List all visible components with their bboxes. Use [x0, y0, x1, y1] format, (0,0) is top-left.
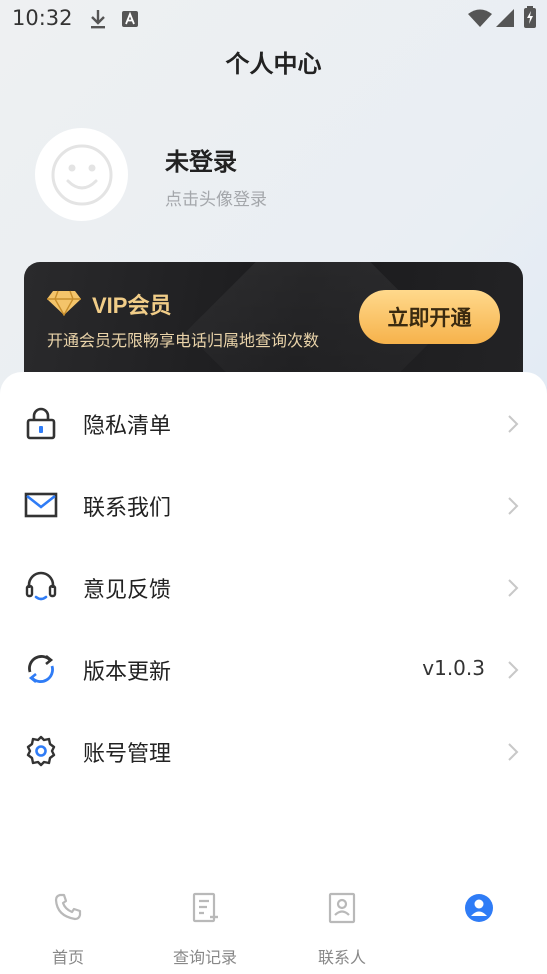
smiley-icon: [51, 144, 112, 205]
nav-item-home[interactable]: 首页: [0, 880, 136, 974]
battery-icon: [524, 6, 536, 32]
document-icon: [190, 892, 220, 928]
menu-label: 账号管理: [83, 742, 172, 767]
nav-label: 首页: [51, 948, 84, 967]
mail-icon: [24, 488, 58, 522]
vip-description: 开通会员无限畅享电话归属地查询次数: [47, 331, 320, 350]
menu-label: 版本更新: [83, 660, 172, 685]
nav-label: 查询记录: [172, 948, 237, 967]
menu-item-version-update[interactable]: 版本更新 v1.0.3: [0, 630, 547, 712]
status-time: 10:32: [12, 6, 73, 30]
menu-item-privacy[interactable]: 隐私清单: [0, 384, 547, 466]
text-a-icon: [121, 10, 139, 32]
diamond-icon: [46, 290, 82, 320]
nav-item-profile[interactable]: [411, 880, 547, 974]
chevron-right-icon: [507, 578, 519, 602]
wifi-icon: [468, 9, 492, 31]
menu-item-feedback[interactable]: 意见反馈: [0, 548, 547, 630]
user-circle-icon: [463, 892, 495, 928]
refresh-icon: [24, 652, 58, 686]
gear-icon: [24, 734, 58, 768]
nav-label: 联系人: [317, 948, 366, 967]
menu-item-contact-us[interactable]: 联系我们: [0, 466, 547, 548]
chevron-right-icon: [507, 496, 519, 520]
signal-icon: [496, 9, 514, 31]
vip-title: VIP会员: [92, 293, 172, 318]
download-icon: [88, 8, 108, 34]
avatar[interactable]: [35, 128, 128, 221]
status-bar: 10:32: [0, 0, 547, 38]
nav-item-contacts[interactable]: 联系人: [274, 880, 410, 974]
open-vip-button[interactable]: 立即开通: [359, 290, 500, 344]
phone-icon: [53, 892, 83, 926]
chevron-right-icon: [507, 414, 519, 438]
version-value: v1.0.3: [422, 656, 485, 680]
bottom-nav: 首页 查询记录 联系人: [0, 880, 547, 974]
contacts-icon: [327, 892, 357, 928]
menu-item-account-management[interactable]: 账号管理: [0, 712, 547, 794]
menu-label: 联系我们: [83, 496, 172, 521]
menu-label: 意见反馈: [83, 578, 172, 603]
headset-icon: [24, 570, 58, 604]
nav-item-query-history[interactable]: 查询记录: [137, 880, 273, 974]
page-title: 个人中心: [225, 50, 322, 78]
chevron-right-icon: [507, 660, 519, 684]
chevron-right-icon: [507, 742, 519, 766]
profile-name[interactable]: 未登录: [165, 142, 237, 177]
login-hint: 点击头像登录: [165, 190, 267, 210]
menu-label: 隐私清单: [83, 414, 172, 439]
lock-icon: [24, 406, 58, 440]
